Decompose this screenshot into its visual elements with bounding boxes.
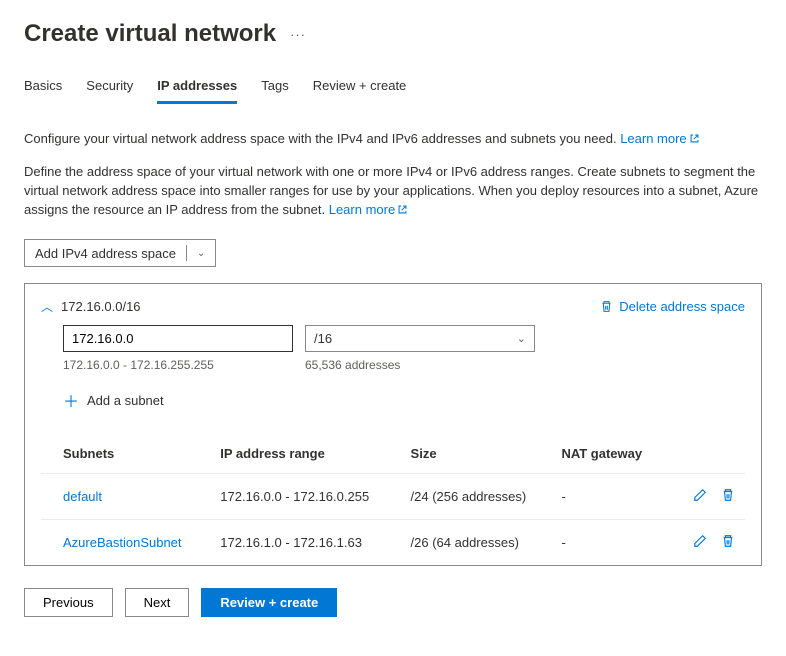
intro-text-1: Configure your virtual network address s… — [24, 130, 762, 149]
col-nat: NAT gateway — [555, 436, 665, 474]
tab-tags[interactable]: Tags — [261, 78, 288, 104]
subnet-table: Subnets IP address range Size NAT gatewa… — [41, 436, 745, 565]
subnet-size: /24 (256 addresses) — [405, 474, 556, 520]
learn-more-link-2[interactable]: Learn more — [329, 202, 408, 217]
edit-button[interactable] — [693, 488, 707, 505]
chevron-up-icon[interactable]: ︿ — [41, 298, 53, 315]
add-address-space-label: Add IPv4 address space — [35, 246, 176, 261]
subnet-nat: - — [555, 520, 665, 566]
address-space-panel: ︿ 172.16.0.0/16 Delete address space /16… — [24, 283, 762, 566]
tab-review-create[interactable]: Review + create — [313, 78, 407, 104]
pencil-icon — [693, 534, 707, 548]
wizard-footer: Previous Next Review + create — [24, 588, 762, 617]
pencil-icon — [693, 488, 707, 502]
tab-bar: Basics Security IP addresses Tags Review… — [24, 78, 762, 104]
delete-address-space-label: Delete address space — [619, 299, 745, 314]
external-link-icon — [689, 133, 700, 144]
plus-icon: ＋ — [63, 388, 79, 412]
next-button[interactable]: Next — [125, 588, 190, 617]
tab-basics[interactable]: Basics — [24, 78, 62, 104]
learn-more-link-1[interactable]: Learn more — [620, 131, 699, 146]
col-subnets: Subnets — [41, 436, 214, 474]
address-space-title: 172.16.0.0/16 — [61, 299, 141, 314]
subnet-nat: - — [555, 474, 665, 520]
trash-icon — [721, 488, 735, 502]
review-create-button[interactable]: Review + create — [201, 588, 337, 617]
trash-icon — [600, 300, 613, 313]
delete-button[interactable] — [721, 534, 735, 551]
add-subnet-button[interactable]: ＋ Add a subnet — [63, 388, 745, 412]
delete-address-space-button[interactable]: Delete address space — [600, 299, 745, 314]
delete-button[interactable] — [721, 488, 735, 505]
subnet-name-link[interactable]: default — [63, 489, 102, 504]
external-link-icon — [397, 204, 408, 215]
page-title: Create virtual network — [24, 20, 276, 48]
ip-range-text: 172.16.0.0 - 172.16.255.255 — [63, 358, 305, 372]
table-row: AzureBastionSubnet 172.16.1.0 - 172.16.1… — [41, 520, 745, 566]
tab-ip-addresses[interactable]: IP addresses — [157, 78, 237, 104]
col-size: Size — [405, 436, 556, 474]
chevron-down-icon: ⌄ — [517, 332, 526, 345]
separator — [186, 245, 187, 261]
intro-text-2: Define the address space of your virtual… — [24, 163, 762, 220]
subnet-range: 172.16.0.0 - 172.16.0.255 — [214, 474, 404, 520]
cidr-select-value: /16 — [314, 331, 332, 346]
address-count-text: 65,536 addresses — [305, 358, 400, 372]
table-row: default 172.16.0.0 - 172.16.0.255 /24 (2… — [41, 474, 745, 520]
edit-button[interactable] — [693, 534, 707, 551]
tab-security[interactable]: Security — [86, 78, 133, 104]
intro-text-1-body: Configure your virtual network address s… — [24, 131, 620, 146]
add-subnet-label: Add a subnet — [87, 393, 164, 408]
chevron-down-icon[interactable]: ⌄ — [197, 248, 205, 259]
add-address-space-button[interactable]: Add IPv4 address space ⌄ — [24, 239, 216, 267]
trash-icon — [721, 534, 735, 548]
cidr-select[interactable]: /16 ⌄ — [305, 325, 535, 352]
more-icon[interactable]: ··· — [290, 27, 306, 42]
subnet-size: /26 (64 addresses) — [405, 520, 556, 566]
subnet-range: 172.16.1.0 - 172.16.1.63 — [214, 520, 404, 566]
col-ip-range: IP address range — [214, 436, 404, 474]
previous-button[interactable]: Previous — [24, 588, 113, 617]
subnet-name-link[interactable]: AzureBastionSubnet — [63, 535, 182, 550]
ip-address-input[interactable] — [63, 325, 293, 352]
